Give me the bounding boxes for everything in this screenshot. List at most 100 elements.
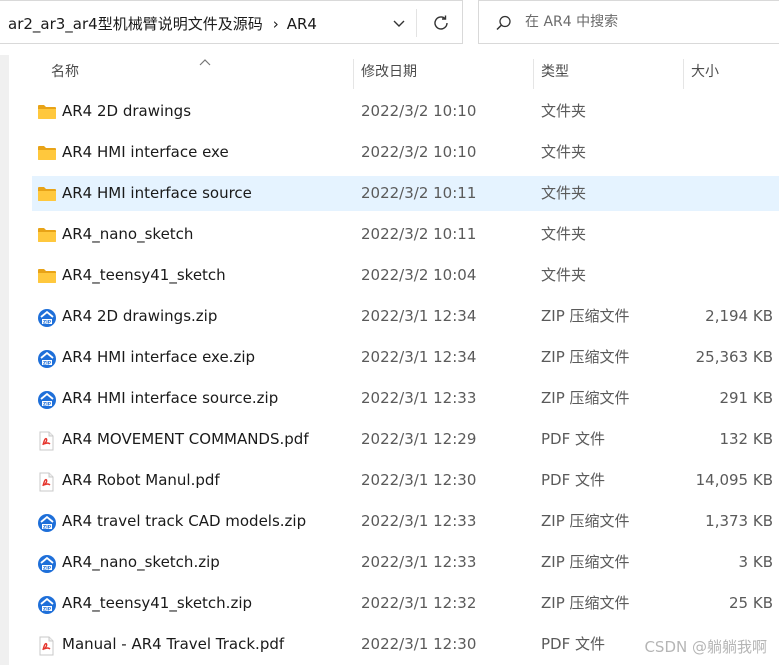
column-headers: 名称 修改日期 类型 大小 <box>9 55 779 89</box>
file-size: 25 KB <box>729 594 773 612</box>
column-header-modified[interactable]: 修改日期 <box>361 55 531 89</box>
file-row[interactable]: AR4 Robot Manul.pdf 2022/3/1 12:30 PDF 文件 1… <box>32 463 779 498</box>
column-divider[interactable] <box>353 59 354 89</box>
file-modified: 2022/3/1 12:33 <box>361 389 477 407</box>
file-row[interactable]: ZIP AR4 2D drawings.zip 2022/3/1 12:34 ZIP … <box>32 299 779 334</box>
file-modified: 2022/3/1 12:32 <box>361 594 477 612</box>
file-name: AR4_nano_sketch.zip <box>62 553 220 571</box>
file-modified: 2022/3/2 10:10 <box>361 102 477 120</box>
file-type: ZIP 压缩文件 <box>541 512 630 530</box>
file-type: 文件夹 <box>541 266 587 284</box>
file-name: AR4 HMI interface source <box>62 184 252 202</box>
breadcrumb-item-parent[interactable]: ar2_ar3_ar4型机械臂说明文件及源码 <box>8 15 263 33</box>
file-name: AR4_nano_sketch <box>62 225 194 243</box>
file-name: Manual - AR4 Travel Track.pdf <box>62 635 285 653</box>
file-row[interactable]: AR4_teensy41_sketch 2022/3/2 10:04 文件夹 <box>32 258 779 293</box>
file-modified: 2022/3/2 10:11 <box>361 225 477 243</box>
file-type: 文件夹 <box>541 102 587 120</box>
file-name: AR4 Robot Manul.pdf <box>62 471 220 489</box>
refresh-icon[interactable] <box>430 12 452 34</box>
address-divider <box>416 9 417 37</box>
file-modified: 2022/3/1 12:33 <box>361 553 477 571</box>
file-modified: 2022/3/2 10:10 <box>361 143 477 161</box>
file-type: PDF 文件 <box>541 471 605 489</box>
file-modified: 2022/3/1 12:33 <box>361 512 477 530</box>
column-header-type[interactable]: 类型 <box>541 55 681 89</box>
file-row[interactable]: AR4_nano_sketch 2022/3/2 10:11 文件夹 <box>32 217 779 252</box>
folder-icon <box>37 144 57 162</box>
zip-icon: ZIP <box>37 595 57 614</box>
folder-icon <box>37 185 57 203</box>
file-row[interactable]: ZIP AR4 HMI interface exe.zip 2022/3/1 12:… <box>32 340 779 375</box>
breadcrumb-separator[interactable]: › <box>273 15 279 33</box>
file-name: AR4 MOVEMENT COMMANDS.pdf <box>62 430 309 448</box>
file-modified: 2022/3/2 10:04 <box>361 266 477 284</box>
breadcrumb: ar2_ar3_ar4型机械臂说明文件及源码 › AR4 <box>8 13 317 34</box>
file-modified: 2022/3/1 12:34 <box>361 348 477 366</box>
file-size: 1,373 KB <box>705 512 773 530</box>
svg-text:ZIP: ZIP <box>43 360 52 366</box>
file-name: AR4 2D drawings <box>62 102 192 120</box>
pdf-icon <box>37 431 57 451</box>
search-input[interactable] <box>525 9 765 35</box>
zip-icon: ZIP <box>37 349 57 368</box>
file-name: AR4_teensy41_sketch <box>62 266 226 284</box>
file-name: AR4 travel track CAD models.zip <box>62 512 307 530</box>
file-modified: 2022/3/1 12:34 <box>361 307 477 325</box>
file-modified: 2022/3/1 12:30 <box>361 471 477 489</box>
file-row[interactable]: ZIP AR4 HMI interface source.zip 2022/3/1 … <box>32 381 779 416</box>
file-row[interactable]: AR4 HMI interface source 2022/3/2 10:11 文件… <box>32 176 779 211</box>
file-row[interactable]: AR4 HMI interface exe 2022/3/2 10:10 文件夹 <box>32 135 779 170</box>
column-header-size[interactable]: 大小 <box>691 55 779 89</box>
file-type: ZIP 压缩文件 <box>541 594 630 612</box>
navigation-pane-edge <box>0 55 9 665</box>
column-divider[interactable] <box>683 59 684 89</box>
file-type: PDF 文件 <box>541 635 605 653</box>
file-name: AR4_teensy41_sketch.zip <box>62 594 253 612</box>
file-type: PDF 文件 <box>541 430 605 448</box>
file-name: AR4 HMI interface source.zip <box>62 389 279 407</box>
pdf-icon <box>37 472 57 492</box>
file-row[interactable]: AR4 2D drawings 2022/3/2 10:10 文件夹 <box>32 94 779 129</box>
file-type: 文件夹 <box>541 143 587 161</box>
column-divider[interactable] <box>533 59 534 89</box>
breadcrumb-item-current[interactable]: AR4 <box>287 15 317 33</box>
file-row[interactable]: ZIP AR4_nano_sketch.zip 2022/3/1 12:33 ZIP … <box>32 545 779 580</box>
folder-icon <box>37 103 57 121</box>
file-size: 25,363 KB <box>695 348 773 366</box>
zip-icon: ZIP <box>37 513 57 532</box>
file-size: 2,194 KB <box>705 307 773 325</box>
column-header-name[interactable]: 名称 <box>51 55 351 89</box>
search-box[interactable] <box>478 0 779 44</box>
top-bar: ar2_ar3_ar4型机械臂说明文件及源码 › AR4 <box>0 0 779 55</box>
file-size: 14,095 KB <box>695 471 773 489</box>
file-size: 132 KB <box>719 430 773 448</box>
file-type: ZIP 压缩文件 <box>541 307 630 325</box>
folder-icon <box>37 226 57 244</box>
file-type: 文件夹 <box>541 184 587 202</box>
file-row[interactable]: ZIP AR4_teensy41_sketch.zip 2022/3/1 12:32… <box>32 586 779 621</box>
file-type: ZIP 压缩文件 <box>541 389 630 407</box>
file-size: 291 KB <box>719 389 773 407</box>
file-modified: 2022/3/1 12:30 <box>361 635 477 653</box>
pdf-icon <box>37 636 57 656</box>
svg-text:ZIP: ZIP <box>43 606 52 612</box>
file-name: AR4 HMI interface exe.zip <box>62 348 256 366</box>
file-type: ZIP 压缩文件 <box>541 553 630 571</box>
file-name: AR4 2D drawings.zip <box>62 307 218 325</box>
zip-icon: ZIP <box>37 390 57 409</box>
watermark: CSDN @躺躺我啊 <box>644 638 767 656</box>
chevron-down-icon[interactable] <box>388 12 410 34</box>
file-row[interactable]: AR4 MOVEMENT COMMANDS.pdf 2022/3/1 12:29 P… <box>32 422 779 457</box>
svg-text:ZIP: ZIP <box>43 401 52 407</box>
file-name: AR4 HMI interface exe <box>62 143 229 161</box>
address-bar[interactable]: ar2_ar3_ar4型机械臂说明文件及源码 › AR4 <box>0 0 463 44</box>
folder-icon <box>37 267 57 285</box>
svg-text:ZIP: ZIP <box>43 524 52 530</box>
file-type: ZIP 压缩文件 <box>541 348 630 366</box>
zip-icon: ZIP <box>37 308 57 327</box>
zip-icon: ZIP <box>37 554 57 573</box>
svg-text:ZIP: ZIP <box>43 319 52 325</box>
file-type: 文件夹 <box>541 225 587 243</box>
file-row[interactable]: ZIP AR4 travel track CAD models.zip 2022/3… <box>32 504 779 539</box>
